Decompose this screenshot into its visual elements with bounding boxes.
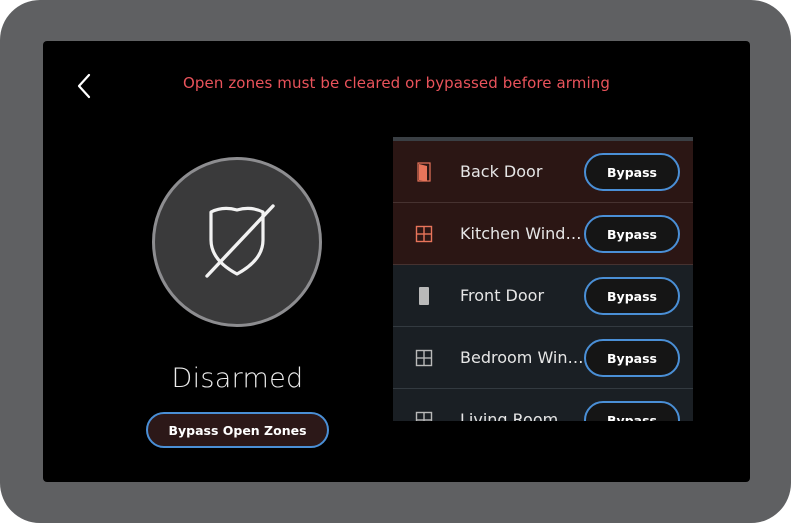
zone-name: Front Door: [460, 286, 545, 305]
zone-name: Back Door: [460, 162, 543, 181]
zone-row: Living Room Bypass: [393, 389, 693, 421]
window-icon: [415, 224, 433, 244]
zone-bypass-button[interactable]: Bypass: [584, 277, 680, 315]
door-icon: [415, 286, 433, 306]
door-icon: [415, 162, 433, 182]
zone-name: Kitchen Window: [460, 224, 585, 243]
device-frame: Open zones must be cleared or bypassed b…: [0, 0, 791, 523]
status-indicator: [152, 157, 322, 327]
bypass-open-zones-button[interactable]: Bypass Open Zones: [146, 412, 329, 448]
open-zones-warning: Open zones must be cleared or bypassed b…: [182, 74, 610, 92]
window-icon: [415, 410, 433, 421]
zone-row: Bedroom WindowBypass: [393, 327, 693, 389]
zone-name: Bedroom Window: [460, 348, 585, 367]
window-icon: [415, 348, 433, 368]
zone-row: Kitchen Window Bypass: [393, 203, 693, 265]
zone-list[interactable]: Back Door Bypass Kitchen Window Bypass Front…: [393, 137, 693, 421]
zone-bypass-button[interactable]: Bypass: [584, 215, 680, 253]
zone-name: Living Room: [460, 410, 559, 421]
zone-row: Front Door Bypass: [393, 265, 693, 327]
shield-disarmed-icon: [205, 204, 275, 278]
zone-bypass-button[interactable]: Bypass: [584, 153, 680, 191]
arming-status-label: Disarmed: [171, 363, 304, 394]
zone-bypass-button[interactable]: Bypass: [584, 401, 680, 421]
zone-bypass-button[interactable]: Bypass: [584, 339, 680, 377]
screen: Open zones must be cleared or bypassed b…: [43, 41, 750, 482]
zone-row: Back Door Bypass: [393, 141, 693, 203]
